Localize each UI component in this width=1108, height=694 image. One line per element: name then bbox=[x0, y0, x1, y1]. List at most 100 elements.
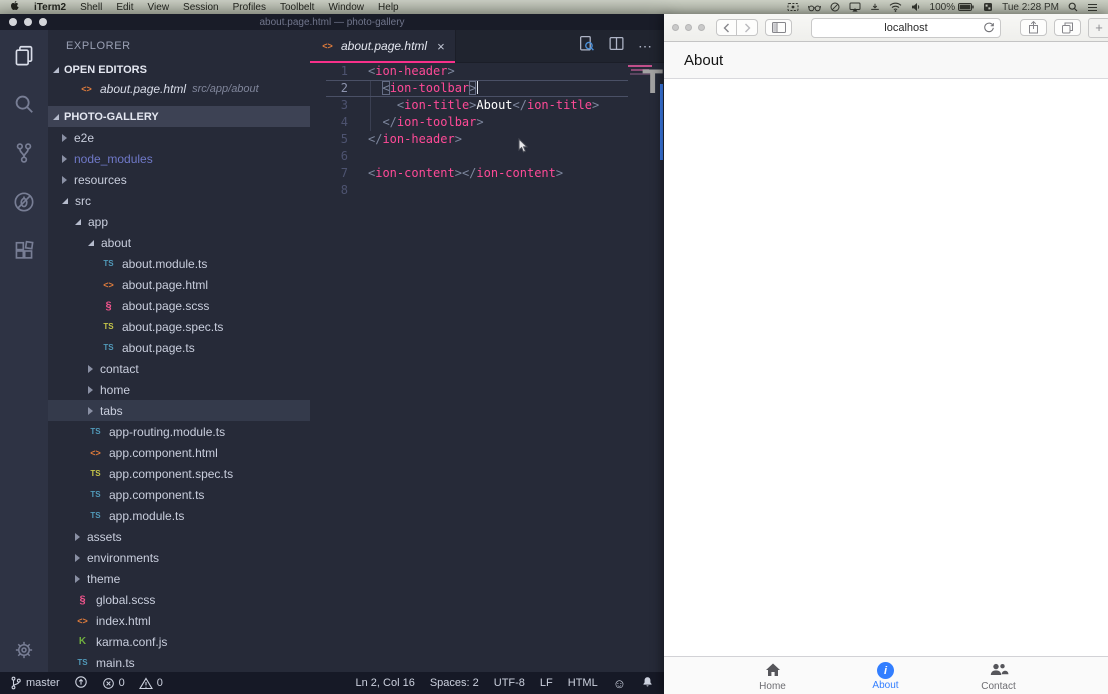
tree-item-label: assets bbox=[87, 530, 122, 544]
notifications-bell-icon[interactable] bbox=[641, 675, 654, 692]
editor-tab-about-page-html[interactable]: <> about.page.html × bbox=[310, 30, 456, 62]
extensions-icon[interactable] bbox=[13, 240, 35, 262]
glasses-icon[interactable] bbox=[808, 3, 821, 12]
code-line-6[interactable]: 6 bbox=[310, 148, 664, 165]
tree-item-tabs[interactable]: tabs bbox=[48, 400, 310, 421]
explorer-icon[interactable] bbox=[13, 44, 35, 66]
tree-item-about-page-ts[interactable]: TSabout.page.ts bbox=[48, 337, 310, 358]
encoding-status[interactable]: UTF-8 bbox=[494, 677, 525, 689]
warnings-status[interactable]: 0 bbox=[139, 677, 163, 690]
tree-item-app-module-ts[interactable]: TSapp.module.ts bbox=[48, 505, 310, 526]
errors-status[interactable]: 0 bbox=[102, 677, 125, 690]
tree-item-app-component-html[interactable]: <>app.component.html bbox=[48, 442, 310, 463]
tree-item-about-page-spec-ts[interactable]: TSabout.page.spec.ts bbox=[48, 316, 310, 337]
menu-item-window[interactable]: Window bbox=[328, 2, 364, 13]
ionic-tab-home[interactable]: Home bbox=[716, 657, 829, 694]
spotlight-search-icon[interactable] bbox=[1068, 2, 1078, 12]
code-line-4[interactable]: 4 </ion-toolbar> bbox=[310, 114, 664, 131]
tree-item-global-scss[interactable]: §global.scss bbox=[48, 589, 310, 610]
share-icon[interactable] bbox=[1020, 19, 1047, 36]
tree-item-node-modules[interactable]: node_modules bbox=[48, 148, 310, 169]
close-tab-icon[interactable]: × bbox=[437, 39, 445, 54]
tree-item-about-module-ts[interactable]: TSabout.module.ts bbox=[48, 253, 310, 274]
tree-item-about[interactable]: about bbox=[48, 232, 310, 253]
wifi-icon[interactable] bbox=[889, 2, 902, 12]
code-line-8[interactable]: 8 bbox=[310, 182, 664, 199]
menu-item-view[interactable]: View bbox=[148, 2, 170, 13]
menu-item-toolbelt[interactable]: Toolbelt bbox=[280, 2, 314, 13]
menu-clock[interactable]: Tue 2:28 PM bbox=[1002, 2, 1059, 13]
open-editor-path: src/app/about bbox=[192, 83, 259, 95]
code-line-1[interactable]: 1<ion-header> bbox=[310, 63, 664, 80]
git-branch-status[interactable]: master bbox=[10, 676, 60, 690]
menu-item-profiles[interactable]: Profiles bbox=[233, 2, 266, 13]
sync-icon[interactable] bbox=[74, 675, 88, 692]
notification-center-icon[interactable] bbox=[1087, 3, 1098, 12]
tree-item-app[interactable]: app bbox=[48, 211, 310, 232]
ionic-tab-about[interactable]: iAbout bbox=[829, 657, 942, 694]
eol-status[interactable]: LF bbox=[540, 677, 553, 689]
code-line-5[interactable]: 5</ion-header> bbox=[310, 131, 664, 148]
tree-item-app-component-ts[interactable]: TSapp.component.ts bbox=[48, 484, 310, 505]
open-preview-icon[interactable] bbox=[578, 35, 595, 57]
open-editor-item[interactable]: <> about.page.html src/app/about bbox=[48, 79, 310, 99]
open-editors-section-header[interactable]: OPEN EDITORS bbox=[48, 60, 310, 79]
code-line-7[interactable]: 7<ion-content></ion-content> bbox=[310, 165, 664, 182]
zoom-window-button[interactable] bbox=[698, 24, 705, 31]
more-actions-icon[interactable]: ⋯ bbox=[638, 41, 652, 51]
debug-disabled-icon[interactable] bbox=[13, 191, 35, 213]
tree-item-assets[interactable]: assets bbox=[48, 526, 310, 547]
reload-icon[interactable] bbox=[983, 21, 995, 36]
search-icon[interactable] bbox=[13, 93, 35, 115]
code-editor[interactable]: T 1<ion-header>2 <ion-toolbar>3 <ion-tit… bbox=[310, 63, 664, 672]
do-not-disturb-icon[interactable] bbox=[830, 2, 840, 12]
sidebar-toggle-icon[interactable] bbox=[765, 19, 792, 36]
airplay-icon[interactable] bbox=[849, 2, 861, 12]
address-bar[interactable]: localhost bbox=[811, 18, 1001, 38]
code-line-2[interactable]: 2 <ion-toolbar> bbox=[310, 80, 664, 97]
minimize-window-button[interactable] bbox=[685, 24, 692, 31]
vscode-title-bar: about.page.html — photo-gallery bbox=[0, 14, 664, 30]
split-editor-icon[interactable] bbox=[608, 35, 625, 57]
code-line-3[interactable]: 3 <ion-title>About</ion-title> bbox=[310, 97, 664, 114]
back-button[interactable] bbox=[716, 19, 737, 36]
apple-menu-icon[interactable] bbox=[10, 0, 20, 14]
tree-item-resources[interactable]: resources bbox=[48, 169, 310, 190]
battery-icon[interactable] bbox=[958, 3, 974, 11]
tree-item-contact[interactable]: contact bbox=[48, 358, 310, 379]
gear-icon[interactable] bbox=[14, 640, 34, 660]
ionic-tab-contact[interactable]: Contact bbox=[942, 657, 1055, 694]
close-window-button[interactable] bbox=[672, 24, 679, 31]
keyboard-icon[interactable] bbox=[870, 3, 880, 12]
language-mode-status[interactable]: HTML bbox=[568, 677, 598, 689]
new-tab-button[interactable]: + bbox=[1088, 18, 1108, 38]
menu-item-help[interactable]: Help bbox=[378, 2, 399, 13]
tree-item-main-ts[interactable]: TSmain.ts bbox=[48, 652, 310, 672]
menu-item-shell[interactable]: Shell bbox=[80, 2, 102, 13]
forward-button[interactable] bbox=[737, 19, 758, 36]
tree-item-about-page-html[interactable]: <>about.page.html bbox=[48, 274, 310, 295]
menu-item-app[interactable]: iTerm2 bbox=[34, 2, 66, 13]
menu-item-edit[interactable]: Edit bbox=[116, 2, 133, 13]
input-source-icon[interactable] bbox=[983, 2, 993, 12]
volume-icon[interactable] bbox=[911, 2, 921, 12]
tree-item-e2e[interactable]: e2e bbox=[48, 127, 310, 148]
tree-item-karma-conf-js[interactable]: Kkarma.conf.js bbox=[48, 631, 310, 652]
tree-item-app-component-spec-ts[interactable]: TSapp.component.spec.ts bbox=[48, 463, 310, 484]
tree-item-theme[interactable]: theme bbox=[48, 568, 310, 589]
tree-item-home[interactable]: home bbox=[48, 379, 310, 400]
tree-item-environments[interactable]: environments bbox=[48, 547, 310, 568]
tree-item-index-html[interactable]: <>index.html bbox=[48, 610, 310, 631]
feedback-smiley-icon[interactable]: ☺ bbox=[613, 676, 626, 691]
tab-overview-icon[interactable] bbox=[1054, 19, 1081, 36]
project-section-header[interactable]: PHOTO-GALLERY bbox=[48, 106, 310, 127]
screen-capture-icon[interactable] bbox=[787, 2, 799, 12]
tree-item-label: karma.conf.js bbox=[96, 635, 167, 649]
tree-item-app-routing-module-ts[interactable]: TSapp-routing.module.ts bbox=[48, 421, 310, 442]
source-control-icon[interactable] bbox=[13, 142, 35, 164]
tree-item-src[interactable]: src bbox=[48, 190, 310, 211]
tree-item-about-page-scss[interactable]: §about.page.scss bbox=[48, 295, 310, 316]
menu-item-session[interactable]: Session bbox=[183, 2, 219, 13]
cursor-position-status[interactable]: Ln 2, Col 16 bbox=[356, 677, 415, 689]
indentation-status[interactable]: Spaces: 2 bbox=[430, 677, 479, 689]
